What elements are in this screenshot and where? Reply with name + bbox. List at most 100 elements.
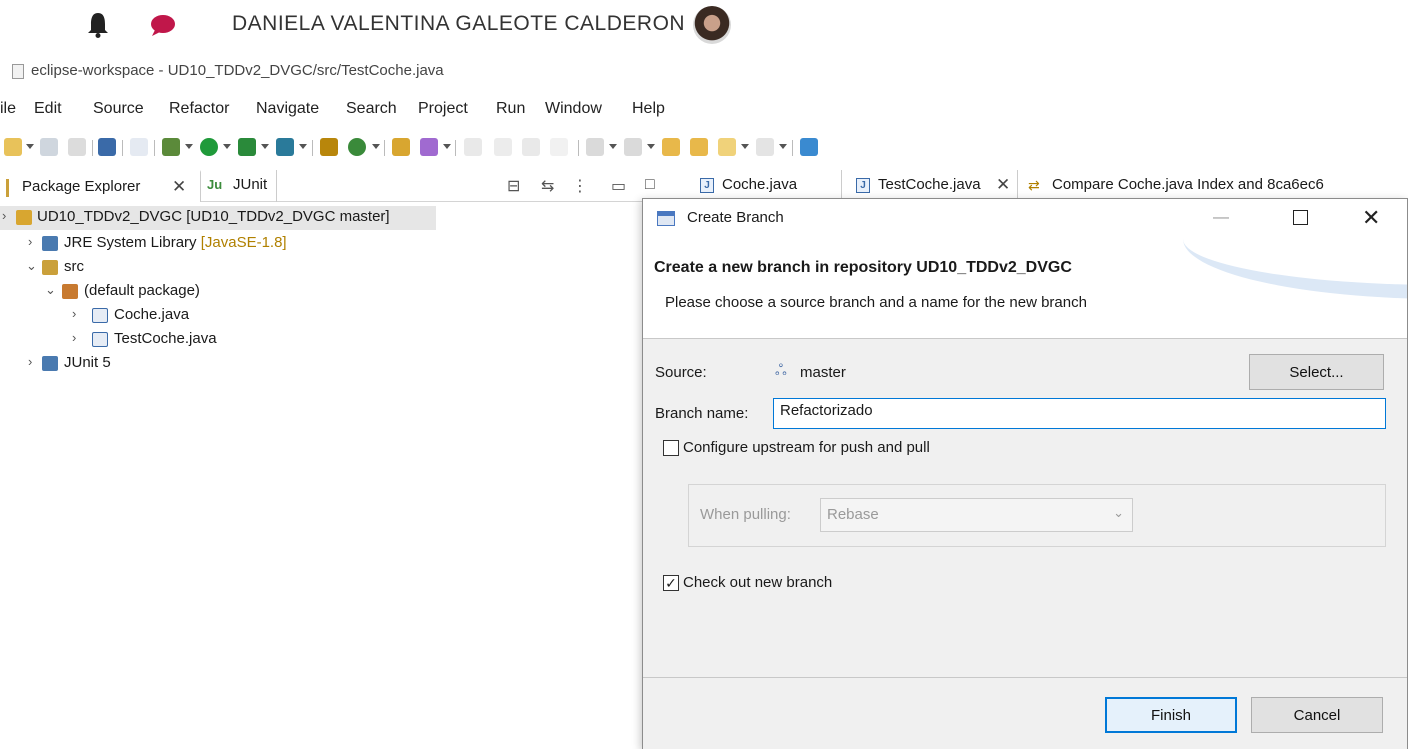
dialog-heading: Create a new branch in repository UD10_T… (654, 259, 1072, 276)
word-wrap-icon[interactable] (522, 138, 540, 156)
chat-icon[interactable] (150, 14, 176, 36)
tab-junit[interactable]: Ju JUnit (203, 170, 277, 202)
library-icon (42, 236, 58, 251)
external-tools-dropdown-icon[interactable] (299, 144, 307, 149)
tree-item-testcoche[interactable]: › TestCoche.java (0, 328, 420, 352)
open-perspective-icon[interactable] (800, 138, 818, 156)
configure-upstream-checkbox[interactable] (663, 440, 679, 456)
forward-icon[interactable] (756, 138, 774, 156)
tree-item-coche[interactable]: › Coche.java (0, 304, 420, 328)
tree-item-project[interactable]: › UD10_TDDv2_DVGC [UD10_TDDv2_DVGC maste… (0, 206, 436, 230)
tree-item-label: TestCoche.java (114, 330, 217, 347)
bell-icon[interactable] (87, 12, 109, 38)
avatar[interactable] (693, 6, 731, 44)
chevron-right-icon[interactable]: › (28, 234, 32, 249)
menu-edit[interactable]: Edit (34, 100, 62, 118)
new-dropdown-icon[interactable] (26, 144, 34, 149)
branch-name-label: Branch name: (655, 405, 749, 422)
next-annotation-icon[interactable] (586, 138, 604, 156)
when-pulling-select[interactable]: Rebase ⌄ (820, 498, 1133, 532)
menu-project[interactable]: Project (418, 100, 468, 118)
branch-name-input[interactable]: Refactorizado (773, 398, 1386, 429)
new-class-dropdown-icon[interactable] (372, 144, 380, 149)
coverage-icon[interactable] (238, 138, 256, 156)
menu-window[interactable]: Window (545, 100, 602, 118)
menu-source[interactable]: Source (93, 100, 144, 118)
menu-help[interactable]: Help (632, 100, 665, 118)
back-icon[interactable] (718, 138, 736, 156)
forward-dropdown-icon[interactable] (779, 144, 787, 149)
tree-item-jre[interactable]: › JRE System Library [JavaSE-1.8] (0, 232, 420, 256)
maximize-icon[interactable] (1293, 210, 1308, 225)
tree-item-src[interactable]: ⌄ src (0, 256, 420, 280)
previous-annotation-icon[interactable] (624, 138, 642, 156)
save-icon[interactable] (40, 138, 58, 156)
toggle-mark-occurrences-icon[interactable] (464, 138, 482, 156)
configure-upstream-label[interactable]: Configure upstream for push and pull (683, 439, 930, 456)
chevron-right-icon[interactable]: › (28, 354, 32, 369)
toggle-block-selection-icon[interactable] (494, 138, 512, 156)
link-with-editor-icon[interactable]: ⇆ (541, 176, 554, 196)
skip-breakpoints-icon[interactable] (130, 138, 148, 156)
chevron-down-icon[interactable]: ⌄ (45, 282, 56, 298)
debug-dropdown-icon[interactable] (185, 144, 193, 149)
toolbar-separator (312, 140, 313, 156)
close-icon[interactable]: ✕ (172, 177, 186, 197)
menu-search[interactable]: Search (346, 100, 397, 118)
menu-navigate[interactable]: Navigate (256, 100, 319, 118)
package-explorer-icon (6, 179, 9, 197)
chevron-right-icon[interactable]: › (72, 306, 76, 321)
checkout-branch-checkbox[interactable]: ✓ (663, 575, 679, 591)
next-annotation-dropdown-icon[interactable] (609, 144, 617, 149)
forward-history-icon[interactable] (690, 138, 708, 156)
main-toolbar (0, 130, 1408, 164)
tab-label: Package Explorer (22, 178, 141, 195)
select-button[interactable]: Select... (1249, 354, 1384, 390)
menu-run[interactable]: Run (496, 100, 525, 118)
java-file-icon (92, 308, 108, 323)
save-all-icon[interactable] (68, 138, 86, 156)
previous-annotation-dropdown-icon[interactable] (647, 144, 655, 149)
new-java-class-icon[interactable] (348, 138, 366, 156)
run-icon[interactable] (200, 138, 218, 156)
new-icon[interactable] (4, 138, 22, 156)
tree-item-default-package[interactable]: ⌄ (default package) (0, 280, 420, 304)
show-whitespace-icon[interactable] (550, 138, 568, 156)
search-dropdown-icon[interactable] (443, 144, 451, 149)
menu-refactor[interactable]: Refactor (169, 100, 229, 118)
coverage-dropdown-icon[interactable] (261, 144, 269, 149)
checkout-branch-label[interactable]: Check out new branch (683, 574, 832, 591)
banner-decoration (1183, 239, 1407, 299)
tree-item-junit[interactable]: › JUnit 5 (0, 352, 420, 376)
java-file-icon: J (856, 178, 870, 193)
debug-icon[interactable] (162, 138, 180, 156)
close-icon[interactable]: ✕ (1362, 205, 1380, 231)
run-dropdown-icon[interactable] (223, 144, 231, 149)
cancel-button[interactable]: Cancel (1251, 697, 1383, 733)
back-dropdown-icon[interactable] (741, 144, 749, 149)
chevron-down-icon[interactable]: › (2, 208, 6, 223)
tab-label: TestCoche.java (878, 176, 981, 193)
last-edit-location-icon[interactable] (662, 138, 680, 156)
search-icon[interactable] (420, 138, 438, 156)
external-tools-icon[interactable] (276, 138, 294, 156)
chevron-down-icon: ⌄ (1113, 505, 1124, 520)
chevron-down-icon[interactable]: ⌄ (26, 258, 37, 274)
toolbar-separator (122, 140, 123, 156)
new-java-package-icon[interactable] (320, 138, 338, 156)
finish-button[interactable]: Finish (1105, 697, 1237, 733)
toolbar-separator (578, 140, 579, 156)
chevron-right-icon[interactable]: › (72, 330, 76, 345)
view-menu-icon[interactable]: ⋮ (572, 176, 588, 196)
open-type-icon[interactable] (392, 138, 410, 156)
collapse-all-icon[interactable]: ⊟ (507, 176, 520, 196)
minimize-icon[interactable]: — (1213, 209, 1229, 227)
console-icon[interactable] (98, 138, 116, 156)
tab-package-explorer[interactable]: Package Explorer ✕ (0, 170, 201, 202)
maximize-icon[interactable]: □ (645, 176, 655, 194)
close-icon[interactable]: ✕ (996, 175, 1010, 195)
tree-item-label: JUnit 5 (64, 354, 111, 371)
menu-file[interactable]: ile (0, 100, 16, 118)
minimize-icon[interactable]: ▭ (611, 176, 626, 196)
toolbar-separator (384, 140, 385, 156)
